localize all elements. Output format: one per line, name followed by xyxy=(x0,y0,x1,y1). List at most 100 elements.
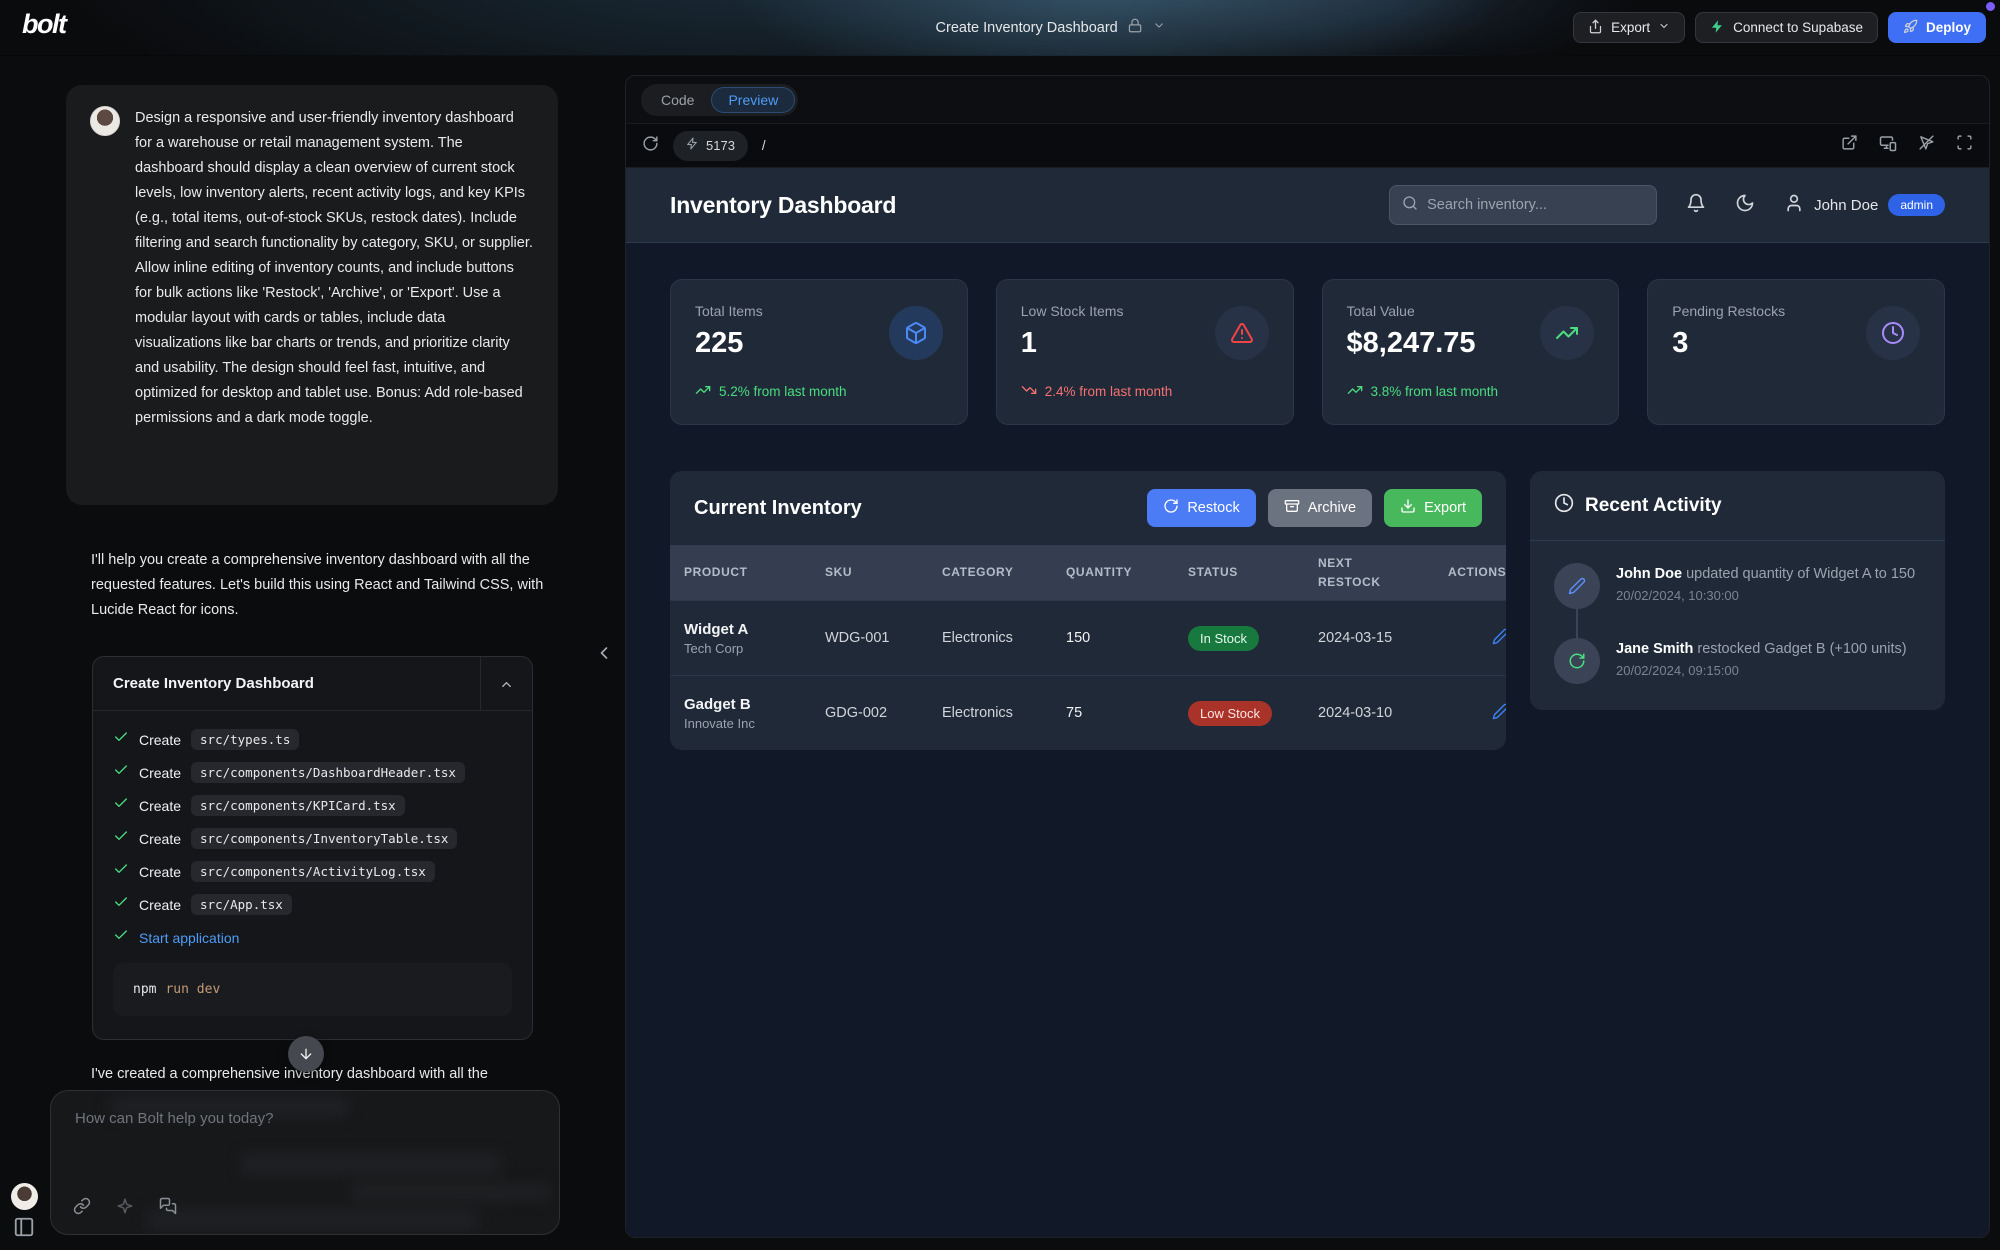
user-menu[interactable]: John Doe admin xyxy=(1784,193,1945,218)
scroll-to-bottom-button[interactable] xyxy=(288,1036,324,1072)
sidebar-toggle-icon[interactable] xyxy=(13,1216,35,1243)
deploy-button[interactable]: Deploy xyxy=(1888,12,1986,43)
edit-pencil-icon[interactable] xyxy=(1492,628,1506,649)
restock-date-cell: 2024-03-15 xyxy=(1318,630,1448,646)
trending-up-icon xyxy=(1540,306,1594,360)
kpi-card-total-items: Total Items 225 5.2% from last month xyxy=(670,279,968,425)
artifact-step: Create src/types.ts xyxy=(113,729,512,750)
refresh-icon[interactable] xyxy=(642,135,659,157)
view-toggle: Code Preview xyxy=(626,76,1989,123)
preview-url-bar: 5173 / xyxy=(626,123,1989,168)
kpi-card-total-value: Total Value $8,247.75 3.8% from last mon… xyxy=(1322,279,1620,425)
file-chip[interactable]: src/App.tsx xyxy=(191,894,292,915)
check-icon xyxy=(113,861,129,882)
alert-triangle-icon xyxy=(1215,306,1269,360)
column-header: STATUS xyxy=(1188,563,1318,582)
artifact-step: Create src/components/KPICard.tsx xyxy=(113,795,512,816)
export-csv-button[interactable]: Export xyxy=(1384,489,1482,527)
chat-prompt-input[interactable] xyxy=(75,1105,515,1131)
blurred-content xyxy=(351,1183,551,1201)
artifact-step: Create src/components/ActivityLog.tsx xyxy=(113,861,512,882)
file-chip[interactable]: src/types.ts xyxy=(191,729,299,750)
activity-actor: Jane Smith xyxy=(1616,641,1693,657)
project-title-menu[interactable]: Create Inventory Dashboard xyxy=(936,0,1166,56)
port-pill[interactable]: 5173 xyxy=(673,131,748,161)
code-preview-segment: Code Preview xyxy=(641,84,798,116)
quantity-cell[interactable]: 150 xyxy=(1066,630,1188,646)
deploy-label: Deploy xyxy=(1926,20,1971,35)
status-cell: Low Stock xyxy=(1188,701,1318,726)
link-icon[interactable] xyxy=(73,1197,91,1220)
chat-input-toolbar xyxy=(73,1197,177,1220)
product-cell: Gadget B Innovate Inc xyxy=(684,696,825,731)
category-cell: Electronics xyxy=(942,630,1066,646)
collapse-artifact-button[interactable] xyxy=(480,657,532,711)
bell-icon[interactable] xyxy=(1686,193,1706,218)
inspector-off-icon[interactable] xyxy=(1918,134,1935,157)
command-args: run dev xyxy=(165,982,220,997)
activity-timeline: John Doe updated quantity of Widget A to… xyxy=(1530,541,1945,710)
artifact-card: Create Inventory Dashboard Create src/ty… xyxy=(92,656,533,1040)
export-button[interactable]: Export xyxy=(1573,12,1685,43)
start-application-link[interactable]: Start application xyxy=(139,930,239,946)
dashboard-title: Inventory Dashboard xyxy=(670,192,896,219)
dark-mode-toggle-icon[interactable] xyxy=(1735,193,1755,218)
recent-activity-panel: Recent Activity John Doe updated quantit… xyxy=(1530,471,1945,710)
actions-cell xyxy=(1448,628,1506,649)
restock-date-cell: 2024-03-10 xyxy=(1318,705,1448,721)
edit-pencil-icon[interactable] xyxy=(1492,703,1506,724)
open-external-icon[interactable] xyxy=(1841,134,1858,157)
archive-button[interactable]: Archive xyxy=(1268,489,1372,527)
artifact-step: Create src/components/DashboardHeader.ts… xyxy=(113,762,512,783)
assistant-intro-text: I'll help you create a comprehensive inv… xyxy=(91,548,563,623)
collapse-chat-button[interactable] xyxy=(594,643,614,668)
kpi-change: 3.8% from last month xyxy=(1347,382,1595,401)
check-icon xyxy=(113,729,129,750)
blurred-content xyxy=(241,1153,501,1175)
activity-item-body: John Doe updated quantity of Widget A to… xyxy=(1616,563,1915,609)
start-application-step: Start application xyxy=(113,927,512,948)
port-zap-icon xyxy=(686,137,699,155)
inventory-search-input[interactable] xyxy=(1427,197,1644,213)
activity-actor: John Doe xyxy=(1616,566,1682,582)
refresh-icon xyxy=(1163,498,1179,518)
supabase-bolt-icon xyxy=(1710,19,1725,37)
clock-icon xyxy=(1554,493,1574,518)
port-number: 5173 xyxy=(706,138,735,153)
tab-code[interactable]: Code xyxy=(644,87,711,113)
sku-cell: WDG-001 xyxy=(825,630,942,646)
kpi-card-low-stock: Low Stock Items 1 2.4% from last month xyxy=(996,279,1294,425)
responsive-devices-icon[interactable] xyxy=(1879,134,1897,157)
inventory-search[interactable] xyxy=(1389,185,1657,225)
chat-bubbles-icon[interactable] xyxy=(159,1197,177,1220)
kpi-change: 2.4% from last month xyxy=(1021,382,1269,401)
user-message-text: Design a responsive and user-friendly in… xyxy=(135,106,534,484)
file-chip[interactable]: src/components/DashboardHeader.tsx xyxy=(191,762,465,783)
dashboard-header-actions: John Doe admin xyxy=(1389,185,1945,225)
connect-supabase-label: Connect to Supabase xyxy=(1733,20,1863,35)
file-chip[interactable]: src/components/InventoryTable.tsx xyxy=(191,828,457,849)
quantity-cell[interactable]: 75 xyxy=(1066,705,1188,721)
actions-cell xyxy=(1448,703,1506,724)
project-title: Create Inventory Dashboard xyxy=(936,20,1118,36)
connect-supabase-button[interactable]: Connect to Supabase xyxy=(1695,12,1878,43)
activity-item-body: Jane Smith restocked Gadget B (+100 unit… xyxy=(1616,638,1907,684)
restock-button[interactable]: Restock xyxy=(1147,489,1255,527)
artifact-header[interactable]: Create Inventory Dashboard xyxy=(93,657,532,711)
sparkles-icon[interactable] xyxy=(116,1197,134,1220)
file-chip[interactable]: src/components/ActivityLog.tsx xyxy=(191,861,435,882)
url-path[interactable]: / xyxy=(762,138,766,153)
clock-icon xyxy=(1866,306,1920,360)
tab-preview[interactable]: Preview xyxy=(711,87,795,113)
account-avatar[interactable] xyxy=(11,1183,38,1210)
chat-input-box[interactable] xyxy=(50,1090,560,1235)
column-header: PRODUCT xyxy=(684,563,825,582)
check-icon xyxy=(113,894,129,915)
command-name: npm xyxy=(133,982,156,997)
fullscreen-icon[interactable] xyxy=(1956,134,1973,157)
status-badge: In Stock xyxy=(1188,626,1259,651)
file-chip[interactable]: src/components/KPICard.tsx xyxy=(191,795,405,816)
sku-cell: GDG-002 xyxy=(825,705,942,721)
rocket-icon xyxy=(1903,19,1918,37)
lock-icon xyxy=(1128,18,1143,38)
